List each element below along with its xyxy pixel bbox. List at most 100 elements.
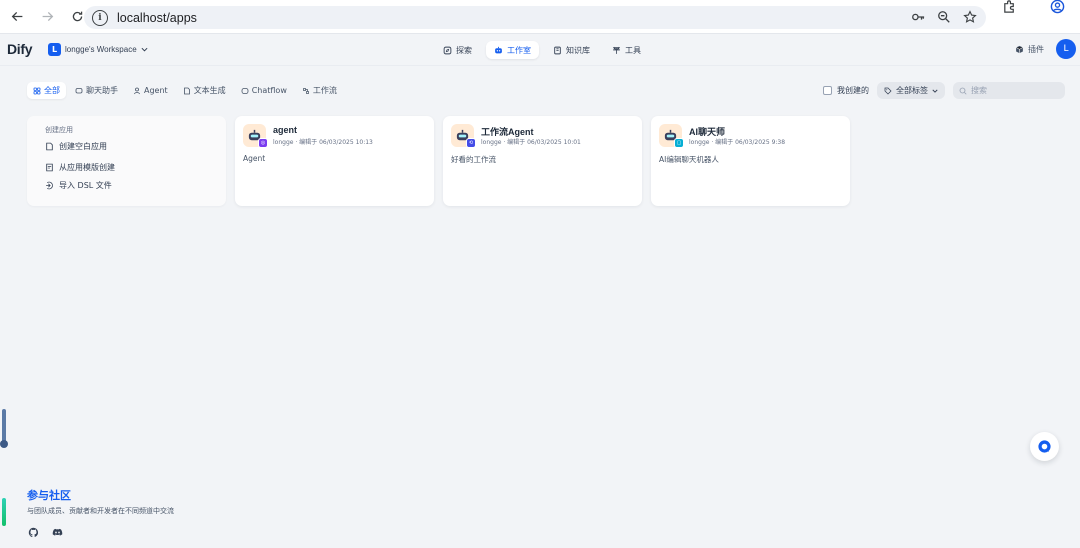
tab-all-label: 全部 [44, 86, 60, 95]
arrow-left-icon [11, 11, 22, 22]
tab-chat-assistant[interactable]: 聊天助手 [69, 82, 124, 99]
import-dsl-label: 导入 DSL 文件 [59, 181, 112, 190]
community-accent-bar [2, 498, 6, 526]
chrome-menu-icon[interactable] [1071, 0, 1080, 17]
reload-icon [72, 11, 82, 22]
app-meta: longge · 编辑于 06/03/2025 10:13 [273, 139, 373, 146]
created-by-me-label: 我创建的 [837, 86, 869, 95]
workspace-name: longge's Workspace [65, 45, 137, 54]
app-description: Agent [243, 154, 266, 163]
workspace-avatar: L [48, 43, 61, 56]
tab-workflow[interactable]: 工作流 [296, 82, 343, 99]
agent-icon [134, 87, 140, 94]
chevron-down-icon [141, 46, 148, 54]
github-icon[interactable] [27, 526, 39, 538]
chat-icon [75, 87, 83, 93]
community-section: 参与社区 与团队成员、贡献者和开发者在不同频道中交流 [27, 487, 174, 538]
main-nav: 探索 工作室 知识库 工具 [435, 41, 649, 59]
created-by-me-toggle[interactable]: 我创建的 [823, 85, 869, 96]
chevron-down-icon [932, 89, 938, 93]
nav-tools-label: 工具 [625, 45, 641, 55]
import-dsl-button[interactable]: 导入 DSL 文件 [45, 180, 112, 191]
tag-filter-label: 全部标签 [896, 86, 928, 95]
nav-knowledge[interactable]: 知识库 [545, 41, 598, 59]
tab-text-generation[interactable]: 文本生成 [177, 82, 232, 99]
discord-icon[interactable] [51, 526, 63, 538]
tool-icon [613, 46, 620, 54]
nav-knowledge-label: 知识库 [566, 45, 590, 55]
tab-workflow-label: 工作流 [312, 86, 337, 95]
tag-filter-dropdown[interactable]: 全部标签 [877, 82, 945, 99]
nav-studio-label: 工作室 [507, 45, 531, 55]
password-key-icon[interactable] [910, 9, 926, 25]
community-title: 参与社区 [27, 489, 71, 502]
nav-explore-label: 探索 [456, 45, 472, 55]
nav-studio[interactable]: 工作室 [486, 41, 539, 59]
chat-support-button[interactable] [1030, 432, 1059, 461]
created-by-me-checkbox[interactable] [823, 86, 832, 95]
tab-chatflow[interactable]: Chatflow [235, 82, 293, 99]
app-card[interactable]: ◎ agent longge · 编辑于 06/03/2025 10:13 Ag… [235, 116, 434, 206]
extensions-icon[interactable] [998, 0, 1020, 17]
forward-button[interactable] [36, 6, 58, 28]
app-meta: longge · 编辑于 06/03/2025 10:01 [481, 139, 581, 146]
app-description: AI编辑聊天机器人 [659, 155, 719, 164]
site-info-icon[interactable]: i [92, 9, 108, 26]
file-plus-icon [46, 142, 53, 151]
address-bar[interactable]: i localhost/apps [84, 6, 986, 29]
zoom-icon[interactable] [936, 9, 952, 25]
search-input[interactable]: 搜索 [971, 85, 987, 96]
tab-text-generation-label: 文本生成 [193, 86, 226, 95]
create-blank-app-button[interactable]: 创建空白应用 [45, 141, 107, 152]
tab-all[interactable]: 全部 [27, 82, 66, 99]
chatflow-icon [241, 87, 249, 94]
tab-agent[interactable]: Agent [127, 82, 174, 99]
tab-chat-assistant-label: 聊天助手 [86, 86, 118, 95]
grid-icon [33, 87, 41, 94]
create-app-card: 创建应用 创建空白应用 从应用模版创建 导入 DSL 文件 [27, 116, 226, 206]
plugins-label: 插件 [1028, 44, 1044, 54]
dify-logo[interactable]: Dify [7, 41, 33, 57]
tab-agent-label: Agent [144, 86, 168, 95]
import-icon [46, 181, 53, 190]
chat-badge-icon: ▢ [674, 138, 684, 148]
arrow-right-icon [42, 11, 53, 22]
create-app-title: 创建应用 [45, 126, 73, 134]
workspace-switcher[interactable]: L longge's Workspace [48, 43, 148, 56]
app-meta: longge · 编辑于 06/03/2025 9:38 [689, 139, 786, 146]
nav-tools[interactable]: 工具 [604, 41, 649, 59]
app-description: 好看的工作流 [451, 155, 496, 164]
url-text[interactable]: localhost/apps [117, 11, 197, 25]
app-name: agent [273, 125, 298, 135]
bookmark-star-icon[interactable] [962, 9, 978, 25]
chat-bubble-icon [1038, 440, 1051, 453]
plugins-button[interactable]: 插件 [1015, 44, 1044, 55]
app-card[interactable]: ▢ AI聊天师 longge · 编辑于 06/03/2025 9:38 AI编… [651, 116, 850, 206]
filter-controls: 我创建的 全部标签 搜索 [823, 82, 1065, 99]
community-subtitle: 与团队成员、贡献者和开发者在不同频道中交流 [27, 507, 174, 515]
robot-icon [495, 46, 502, 53]
back-button[interactable] [6, 6, 28, 28]
tab-chatflow-label: Chatflow [251, 86, 287, 95]
template-icon [46, 163, 53, 172]
search-icon [959, 87, 967, 95]
cube-icon [1015, 45, 1024, 53]
create-blank-app-label: 创建空白应用 [59, 142, 107, 151]
create-from-template-button[interactable]: 从应用模版创建 [45, 162, 115, 173]
create-from-template-label: 从应用模版创建 [59, 163, 115, 172]
workflow-icon [302, 87, 309, 94]
tag-icon [884, 87, 892, 95]
app-header: Dify L longge's Workspace 探索 工作室 知识库 工具 … [0, 34, 1080, 66]
compass-icon [443, 46, 452, 54]
app-card[interactable]: ⟲ 工作流Agent longge · 编辑于 06/03/2025 10:01… [443, 116, 642, 206]
search-box[interactable]: 搜索 [953, 82, 1065, 99]
doc-icon [183, 87, 190, 94]
app-type-tabs: 全部 聊天助手 Agent 文本生成 Chatflow 工作流 [27, 82, 343, 99]
book-icon [554, 46, 561, 54]
user-avatar[interactable]: L [1056, 39, 1076, 59]
nav-explore[interactable]: 探索 [435, 41, 480, 59]
agent-badge-icon: ◎ [258, 138, 268, 148]
profile-icon[interactable] [1046, 0, 1068, 17]
browser-toolbar: i localhost/apps [0, 0, 1080, 34]
workflow-badge-icon: ⟲ [466, 138, 476, 148]
